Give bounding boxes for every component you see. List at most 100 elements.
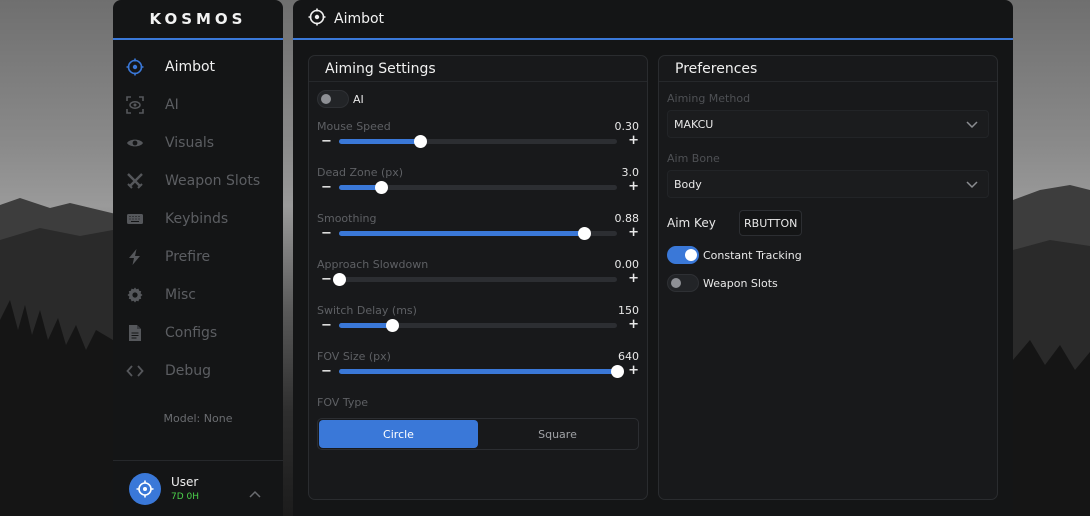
sidebar-nav: Aimbot AI Visuals Weapon Slots Keybinds — [113, 48, 283, 390]
eye-scan-icon — [125, 95, 145, 115]
increment-button[interactable]: + — [628, 133, 639, 148]
slider-value: 3.0 — [621, 166, 640, 179]
approach-slowdown-slider: Approach Slowdown 0.00 − + — [317, 258, 639, 298]
sidebar-item-label: Debug — [165, 363, 212, 379]
code-icon — [125, 361, 145, 381]
fov-type-circle-option[interactable]: Circle — [319, 420, 478, 448]
decrement-button[interactable]: − — [321, 180, 332, 195]
chevron-down-icon — [966, 179, 978, 192]
decrement-button[interactable]: − — [321, 272, 332, 287]
decrement-button[interactable]: − — [321, 226, 332, 241]
slider-label: Smoothing — [317, 212, 377, 225]
slider-value: 150 — [618, 304, 639, 317]
slider-fill — [339, 323, 392, 328]
sidebar-item-ai[interactable]: AI — [113, 86, 283, 124]
slider-thumb[interactable] — [611, 365, 624, 378]
increment-button[interactable]: + — [628, 179, 639, 194]
sidebar-item-misc[interactable]: Misc — [113, 276, 283, 314]
slider-value: 0.00 — [614, 258, 640, 271]
sidebar-item-prefire[interactable]: Prefire — [113, 238, 283, 276]
constant-tracking-toggle[interactable] — [667, 246, 699, 264]
chevron-up-icon[interactable] — [249, 483, 261, 502]
weapon-slots-label: Weapon Slots — [703, 276, 778, 290]
fov-type-selector: Circle Square — [317, 418, 639, 450]
decrement-button[interactable]: − — [321, 134, 332, 149]
logo: KOSMOS — [149, 10, 247, 28]
logo-area: KOSMOS — [113, 0, 283, 40]
increment-button[interactable]: + — [628, 317, 639, 332]
slider-fill — [339, 231, 584, 236]
bolt-icon — [125, 247, 145, 267]
fov-type-square-option[interactable]: Square — [478, 420, 637, 448]
eye-icon — [125, 133, 145, 153]
increment-button[interactable]: + — [628, 271, 639, 286]
dropdown-value: Body — [674, 177, 702, 191]
slider-label: Switch Delay (ms) — [317, 304, 417, 317]
sidebar-item-label: AI — [165, 97, 179, 113]
slider-track[interactable] — [339, 135, 617, 148]
aim-bone-dropdown[interactable]: Body — [667, 170, 989, 198]
sidebar-item-aimbot[interactable]: Aimbot — [113, 48, 283, 86]
ai-toggle[interactable] — [317, 90, 349, 108]
aim-key-button[interactable]: RBUTTON — [739, 210, 803, 236]
constant-tracking-row: Constant Tracking — [667, 246, 802, 264]
slider-fill — [339, 139, 420, 144]
crosshair-icon — [125, 57, 145, 77]
page-title: Aimbot — [334, 11, 385, 27]
model-status: Model: None — [163, 412, 233, 425]
slider-label: FOV Size (px) — [317, 350, 391, 363]
slider-track[interactable] — [333, 273, 617, 286]
aiming-method-dropdown[interactable]: MAKCU — [667, 110, 989, 138]
aim-key-label: Aim Key — [667, 216, 716, 230]
slider-track[interactable] — [339, 319, 617, 332]
ai-toggle-label: AI — [353, 92, 364, 106]
sidebar-item-weapon-slots[interactable]: Weapon Slots — [113, 162, 283, 200]
slider-thumb[interactable] — [413, 135, 427, 148]
slider-label: Mouse Speed — [317, 120, 391, 133]
dropdown-value: MAKCU — [674, 117, 714, 131]
card-title: Preferences — [659, 56, 997, 82]
main-panel: Aimbot Aiming Settings AI Mouse Speed 0.… — [293, 0, 1013, 516]
chevron-down-icon — [966, 119, 978, 132]
avatar — [129, 472, 161, 505]
fov-size-slider: FOV Size (px) 640 − + — [317, 350, 639, 390]
sidebar-item-label: Misc — [165, 287, 196, 303]
aim-bone-label: Aim Bone — [667, 152, 720, 165]
weapon-slots-row: Weapon Slots — [667, 274, 778, 292]
slider-thumb[interactable] — [385, 319, 399, 332]
sidebar: KOSMOS Aimbot AI Visuals Weapon Slots Ke… — [113, 0, 283, 516]
dead-zone-slider: Dead Zone (px) 3.0 − + — [317, 166, 639, 206]
user-profile[interactable]: User 7D 0H — [113, 460, 283, 516]
slider-thumb[interactable] — [333, 273, 346, 286]
constant-tracking-label: Constant Tracking — [703, 248, 802, 262]
decrement-button[interactable]: − — [321, 364, 332, 379]
sidebar-item-label: Aimbot — [165, 59, 216, 75]
decrement-button[interactable]: − — [321, 318, 332, 333]
sidebar-item-label: Keybinds — [165, 211, 229, 227]
slider-thumb[interactable] — [577, 227, 591, 240]
sidebar-item-keybinds[interactable]: Keybinds — [113, 200, 283, 238]
mouse-speed-slider: Mouse Speed 0.30 − + — [317, 120, 639, 160]
weapon-slots-toggle[interactable] — [667, 274, 699, 292]
increment-button[interactable]: + — [628, 225, 639, 240]
slider-track[interactable] — [339, 181, 617, 194]
keyboard-icon — [125, 209, 145, 229]
sidebar-item-debug[interactable]: Debug — [113, 352, 283, 390]
slider-thumb[interactable] — [374, 181, 388, 194]
main-header: Aimbot — [293, 0, 1013, 40]
crosshair-icon — [308, 8, 326, 30]
slider-value: 640 — [618, 350, 639, 363]
aiming-method-label: Aiming Method — [667, 92, 751, 105]
slider-track[interactable] — [339, 227, 617, 240]
slider-value: 0.88 — [614, 212, 640, 225]
toggle-knob — [685, 249, 697, 261]
user-info: User 7D 0H — [171, 475, 199, 502]
sidebar-item-configs[interactable]: Configs — [113, 314, 283, 352]
fov-type-label: FOV Type — [317, 396, 369, 409]
increment-button[interactable]: + — [628, 363, 639, 378]
sidebar-item-visuals[interactable]: Visuals — [113, 124, 283, 162]
aiming-settings-card: Aiming Settings AI Mouse Speed 0.30 − + … — [308, 55, 648, 500]
toggle-knob — [321, 94, 331, 104]
smoothing-slider: Smoothing 0.88 − + — [317, 212, 639, 252]
slider-track[interactable] — [339, 365, 624, 378]
